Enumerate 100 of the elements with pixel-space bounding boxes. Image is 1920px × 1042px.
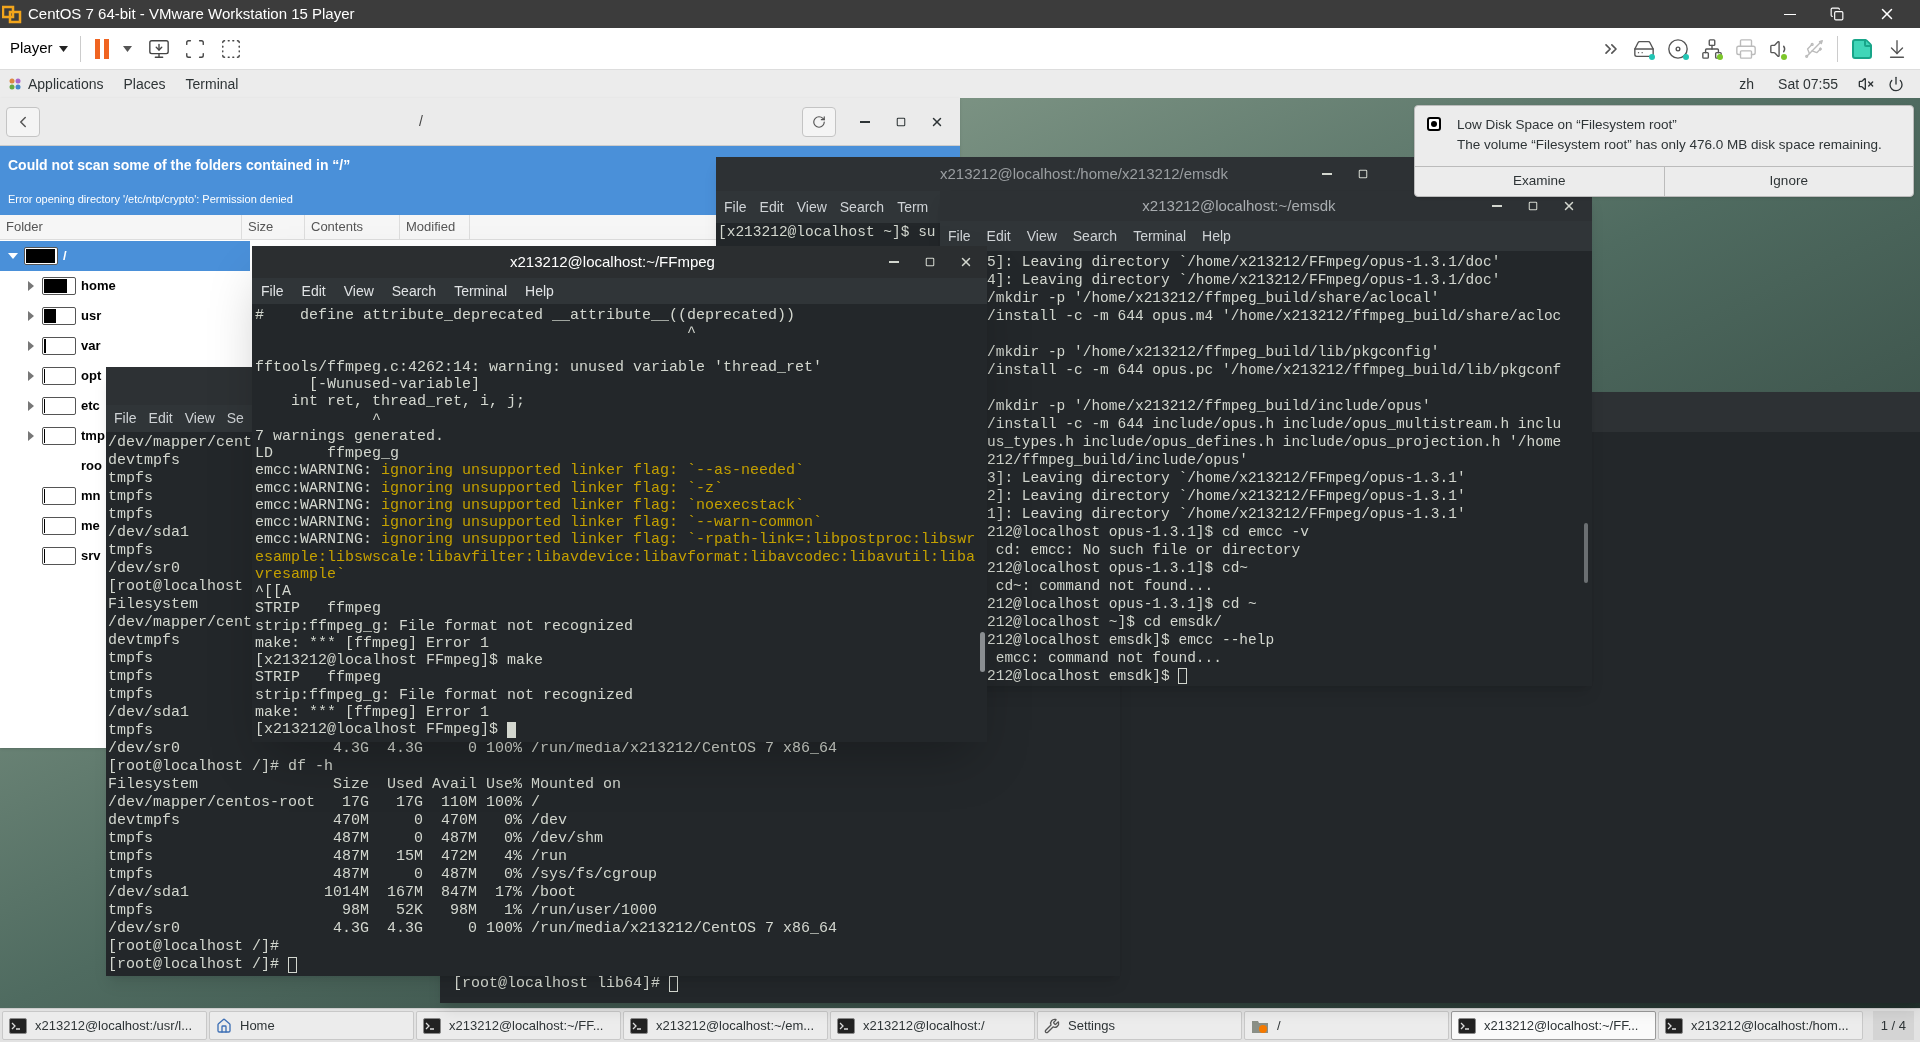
menu-item[interactable]: File (114, 408, 137, 429)
terminal-icon (9, 1017, 27, 1034)
home-icon (216, 1017, 232, 1034)
tree-row[interactable]: tmp (0, 421, 105, 451)
tree-row[interactable]: opt (0, 361, 102, 391)
taskbar-item[interactable]: x213212@localhost:/usr/l... (2, 1011, 207, 1040)
refresh-button[interactable] (802, 106, 836, 137)
network-icon[interactable] (1701, 37, 1723, 60)
expander-icon[interactable] (26, 311, 36, 321)
terminal-line: tmpfs (108, 488, 153, 506)
tree-row[interactable]: etc (0, 391, 100, 421)
refresh-icon (812, 114, 826, 129)
player-menu[interactable]: Player (10, 37, 68, 60)
notification-action[interactable]: Examine (1415, 167, 1665, 196)
caret-icon[interactable] (122, 45, 132, 52)
menu-item[interactable]: Search (839, 196, 885, 218)
menu-item[interactable]: View (1026, 225, 1057, 247)
column-header[interactable]: Contents (305, 215, 400, 239)
top-bar-menu[interactable]: Places (123, 73, 166, 95)
menu-item[interactable]: File (724, 196, 747, 218)
expander-icon[interactable] (8, 251, 18, 261)
terminal-line: tmpfs 487M 0 487M 0% /dev/shm (108, 830, 604, 848)
expander-icon[interactable] (26, 341, 36, 351)
menu-item[interactable]: Help (1202, 225, 1231, 247)
terminal-line: tmpfs 487M 15M 472M 4% /run (108, 848, 568, 866)
folder-name: opt (81, 367, 102, 386)
expander-icon[interactable] (26, 431, 36, 441)
tree-row[interactable]: home (0, 271, 116, 301)
maximize-icon (925, 257, 935, 267)
pause-icon[interactable] (94, 38, 111, 59)
folder-name: srv (81, 547, 101, 566)
terminal-line: 2]: Leaving directory `/home/x213212/FFmpeg/opus-1.3.1' (987, 487, 1466, 505)
tree-row[interactable]: roo (0, 451, 102, 481)
menu-item[interactable]: Terminal (454, 280, 508, 302)
menu-item[interactable]: File (261, 280, 284, 302)
taskbar-item[interactable]: x213212@localhost:/ (830, 1011, 1035, 1040)
menu-item[interactable]: Help (525, 280, 554, 302)
terminal-line: # define attribute_deprecated __attribute__((deprecated)) (255, 307, 796, 325)
folder-name: home (81, 277, 116, 296)
restore-icon (1830, 7, 1844, 21)
close-icon (959, 255, 973, 269)
tree-row[interactable]: srv (0, 541, 101, 571)
disc-icon[interactable] (1667, 37, 1689, 60)
expander-icon[interactable] (26, 371, 36, 381)
terminal-line: /dev/sr0 (108, 560, 180, 578)
menu-item[interactable]: Edit (301, 280, 326, 302)
send-keys-icon[interactable] (147, 37, 170, 60)
terminal-line: /dev/sda1 (108, 704, 189, 722)
menu-item[interactable]: Edit (148, 408, 173, 429)
terminal-line: 3]: Leaving directory `/home/x213212/FFmpeg/opus-1.3.1' (987, 469, 1466, 487)
menu-item[interactable]: Term (897, 196, 929, 218)
maximize-icon (1528, 201, 1538, 211)
window-title: x213212@localhost:/home/x213212/emsdk (940, 163, 1228, 184)
taskbar-item[interactable]: x213212@localhost:/hom... (1658, 1011, 1863, 1040)
menu-item[interactable]: Terminal (1133, 225, 1187, 247)
tree-row[interactable]: var (0, 331, 101, 361)
wrench-icon (1044, 1017, 1060, 1034)
note-icon[interactable] (1850, 36, 1874, 61)
menu-item[interactable]: View (796, 196, 827, 218)
taskbar-item[interactable]: Settings (1037, 1011, 1242, 1040)
terminal-line: esample:libswscale:libavfilter:libavdevice:libavformat:libavcodec:libavutil:liba (255, 548, 976, 566)
terminal-line: devtmpfs (108, 452, 180, 470)
taskbar-item[interactable]: x213212@localhost:~/FF... (1451, 1011, 1656, 1040)
app-menu-icon (8, 77, 22, 91)
column-header[interactable]: Modified (400, 215, 470, 239)
notification-action[interactable]: Ignore (1664, 167, 1913, 196)
menu-item[interactable]: Search (1072, 225, 1118, 247)
top-bar-menu[interactable]: Applications (28, 73, 104, 95)
tree-row[interactable]: me (0, 511, 100, 541)
input-method[interactable]: zh (1739, 73, 1755, 95)
minimize-button[interactable] (1784, 13, 1796, 15)
column-header[interactable]: Folder (0, 215, 242, 239)
terminal-line: fftools/ffmpeg.c:4262:14: warning: unused variable 'thread_ret' (255, 358, 823, 376)
tree-row[interactable]: mn (0, 481, 101, 511)
expander-icon[interactable] (26, 401, 36, 411)
menu-item[interactable]: Se (226, 408, 244, 429)
taskbar-item[interactable]: Home (209, 1011, 414, 1040)
menu-item[interactable]: Edit (759, 196, 784, 218)
restore-button[interactable] (1830, 7, 1844, 21)
terminal-line: make: *** [ffmpeg] Error 1 (255, 703, 490, 721)
menu-item[interactable]: Edit (986, 225, 1011, 247)
taskbar-item[interactable]: x213212@localhost:~/FF... (416, 1011, 621, 1040)
clock[interactable]: Sat 07:55 (1778, 73, 1838, 95)
terminal-line: tmpfs (108, 650, 153, 668)
unity-icon[interactable] (219, 37, 242, 60)
workspace-pager[interactable]: 1 / 4 (1872, 1011, 1914, 1040)
top-bar-menu[interactable]: Terminal (185, 73, 239, 95)
expander-icon[interactable] (26, 281, 36, 291)
menu-item[interactable]: View (343, 280, 374, 302)
taskbar-item[interactable]: x213212@localhost:~/em... (623, 1011, 828, 1040)
menu-item[interactable]: File (948, 225, 971, 247)
muted-speaker-icon[interactable] (1858, 76, 1874, 92)
terminal-line: 5]: Leaving directory `/home/x213212/FFmpeg/opus-1.3.1/doc' (987, 253, 1501, 271)
power-icon[interactable] (1888, 76, 1904, 92)
menu-item[interactable]: View (184, 408, 215, 429)
taskbar-item[interactable]: / (1244, 1011, 1449, 1040)
tree-row[interactable]: usr (0, 301, 102, 331)
menu-item[interactable]: Search (391, 280, 437, 302)
fullscreen-icon[interactable] (183, 37, 206, 60)
column-header[interactable]: Size (242, 215, 305, 239)
